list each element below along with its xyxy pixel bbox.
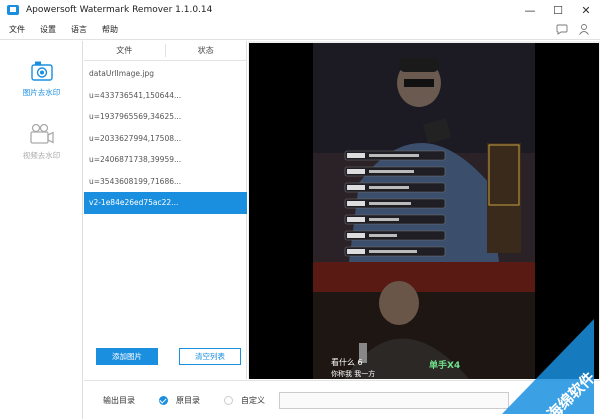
- output-directory-label: 输出目录: [103, 395, 135, 405]
- app-logo-icon: [7, 5, 19, 15]
- minimize-button[interactable]: —: [516, 0, 544, 20]
- file-row[interactable]: u=1937965569,34625...: [84, 106, 247, 128]
- sidebar-item-image[interactable]: 图片去水印: [0, 60, 83, 98]
- sidebar-item-label: 视频去水印: [22, 151, 61, 160]
- column-status-header: 状态: [197, 46, 214, 55]
- file-row-selected[interactable]: v2-1e84e26ed75ac22...: [84, 192, 247, 214]
- mode-sidebar: 图片去水印 视频去水印: [0, 41, 83, 419]
- option-original-directory[interactable]: 原目录: [159, 395, 200, 406]
- preview-caption: 看什么 6: [331, 357, 363, 367]
- maximize-button[interactable]: ☐: [544, 0, 572, 20]
- option-custom-directory[interactable]: 自定义: [224, 395, 265, 406]
- option-custom-label: 自定义: [241, 395, 265, 405]
- column-file-header: 文件: [84, 44, 166, 57]
- file-row[interactable]: u=433736541,150644...: [84, 85, 247, 107]
- window-title: Apowersoft Watermark Remover 1.1.0.14: [26, 5, 213, 15]
- menu-bar: 文件 设置 语言 帮助: [0, 20, 600, 40]
- file-row[interactable]: u=3543608199,71686...: [84, 171, 247, 193]
- file-row[interactable]: dataUrlImage.jpg: [84, 63, 247, 85]
- image-icon: [30, 61, 53, 81]
- chat-icon[interactable]: [556, 23, 568, 35]
- user-icon[interactable]: [578, 23, 590, 35]
- sidebar-item-video[interactable]: 视频去水印: [0, 123, 83, 161]
- window-controls: — ☐ ✕: [516, 0, 600, 20]
- menu-settings[interactable]: 设置: [40, 24, 56, 35]
- output-path-input[interactable]: [279, 391, 509, 409]
- video-camera-icon: [29, 123, 54, 144]
- menu-file[interactable]: 文件: [9, 24, 25, 35]
- preview-caption-2: 你称我 我一方: [331, 369, 375, 378]
- preview-badge: 单手X4: [429, 359, 460, 371]
- menu-help[interactable]: 帮助: [102, 24, 118, 35]
- menu-language[interactable]: 语言: [71, 24, 87, 35]
- title-bar: Apowersoft Watermark Remover 1.1.0.14 — …: [0, 0, 600, 20]
- radio-unchecked-icon[interactable]: [224, 395, 233, 405]
- file-panel: 文件 状态 dataUrlImage.jpg u=433736541,15064…: [84, 41, 247, 379]
- file-row[interactable]: u=2033627994,17508...: [84, 128, 247, 150]
- close-button[interactable]: ✕: [572, 0, 600, 20]
- file-row[interactable]: u=2406871738,39959...: [84, 149, 247, 171]
- add-image-button[interactable]: 添加图片: [96, 348, 158, 365]
- file-list: dataUrlImage.jpg u=433736541,150644... u…: [84, 63, 247, 214]
- radio-checked-icon[interactable]: [159, 395, 168, 405]
- site-watermark-logo: 海绵软件: [502, 319, 594, 414]
- option-original-label: 原目录: [176, 395, 200, 405]
- sidebar-item-label: 图片去水印: [22, 88, 61, 97]
- file-list-header: 文件 状态: [84, 41, 246, 61]
- clear-list-button[interactable]: 清空列表: [179, 348, 241, 365]
